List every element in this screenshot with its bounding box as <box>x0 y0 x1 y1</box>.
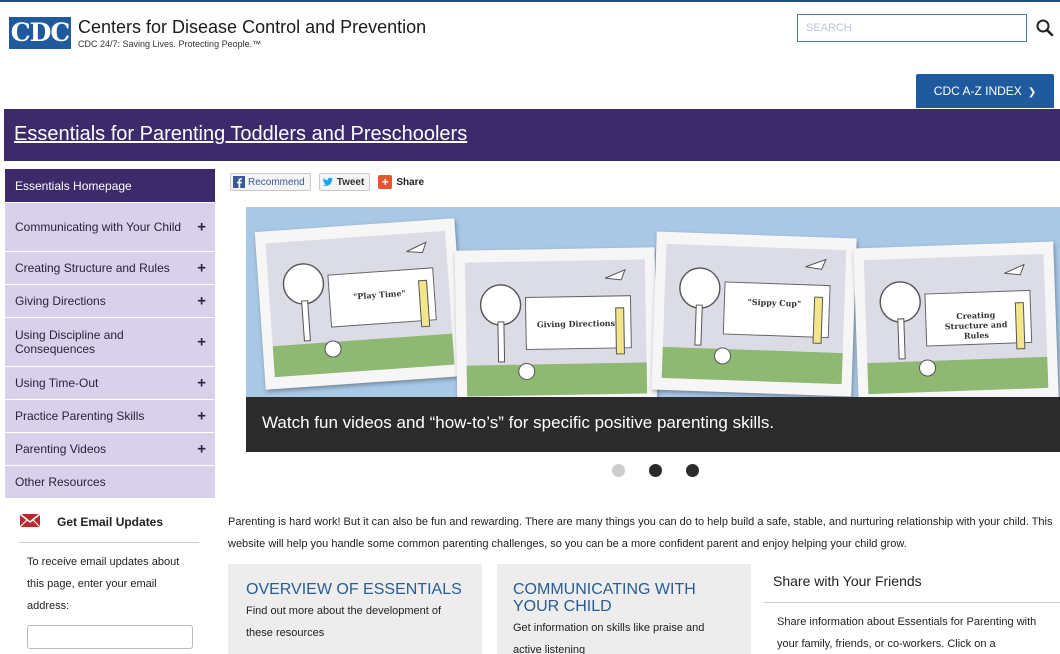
panel-title[interactable]: COMMUNICATING WITH YOUR CHILD <box>513 581 735 615</box>
search-icon <box>1036 19 1054 37</box>
sidebar-item-discipline[interactable]: Using Discipline and Consequences + <box>5 318 215 367</box>
divider <box>764 602 1060 603</box>
tweet-button[interactable]: Tweet <box>318 173 371 191</box>
share-plus-icon: + <box>378 175 393 189</box>
search-input[interactable] <box>798 15 1026 41</box>
recommend-label: Recommend <box>248 176 305 188</box>
panel-text: Find out more about the development of t… <box>246 605 442 639</box>
share-label: Share <box>396 176 425 188</box>
card-illustration <box>661 243 847 385</box>
sidebar-item-structure-rules[interactable]: Creating Structure and Rules + <box>5 252 215 285</box>
card-illustration <box>265 230 455 378</box>
sidebar-item-label: Using Discipline and Consequences <box>15 328 124 356</box>
expand-plus-icon[interactable]: + <box>197 375 206 392</box>
video-carousel[interactable]: "Play Time" Giving Directions "Sippy Cup… <box>246 207 1060 452</box>
facebook-icon <box>233 176 245 188</box>
sidebar-item-label: Essentials Homepage <box>15 178 132 193</box>
facebook-recommend-button[interactable]: Recommend <box>230 173 311 191</box>
expand-plus-icon[interactable]: + <box>197 441 206 458</box>
sidebar-item-label: Creating Structure and Rules <box>15 261 170 275</box>
email-field[interactable] <box>27 625 193 649</box>
intro-paragraph: Parenting is hard work! But it can also … <box>228 516 1053 550</box>
sidebar-item-communicating[interactable]: Communicating with Your Child + <box>5 203 215 252</box>
expand-plus-icon[interactable]: + <box>197 334 206 351</box>
expand-plus-icon[interactable]: + <box>197 293 206 310</box>
carousel-card[interactable]: Creating Structure and Rules <box>853 241 1059 407</box>
carousel-caption-text: Watch fun videos and “how-to’s” for spec… <box>262 413 775 432</box>
divider <box>19 542 199 543</box>
communicating-panel[interactable]: COMMUNICATING WITH YOUR CHILD Get inform… <box>497 564 751 654</box>
sidebar-item-label: Using Time-Out <box>15 376 99 390</box>
overview-panel[interactable]: OVERVIEW OF ESSENTIALS Find out more abo… <box>228 564 482 654</box>
page-title-bar: Essentials for Parenting Toddlers and Pr… <box>4 109 1060 161</box>
org-name[interactable]: Centers for Disease Control and Preventi… <box>78 17 426 38</box>
card-title: Creating Structure and Rules <box>944 309 1008 341</box>
chevron-down-icon: ❯ <box>1027 87 1037 98</box>
sidebar-item-other-resources[interactable]: Other Resources <box>5 466 215 499</box>
sidebar-item-label: Practice Parenting Skills <box>15 409 145 423</box>
az-index-label: CDC A-Z INDEX <box>933 84 1022 98</box>
card-title: Giving Directions <box>536 317 616 330</box>
search-field[interactable] <box>797 14 1027 42</box>
carousel-caption: Watch fun videos and “how-to’s” for spec… <box>246 397 1060 452</box>
carousel-dot[interactable] <box>686 464 699 477</box>
email-updates-description: To receive email updates about this page… <box>27 556 180 612</box>
carousel-card[interactable]: "Sippy Cup" <box>651 231 857 397</box>
sidebar-item-parenting-videos[interactable]: Parenting Videos + <box>5 433 215 466</box>
page-title[interactable]: Essentials for Parenting Toddlers and Pr… <box>14 123 467 146</box>
twitter-bird-icon <box>322 177 333 186</box>
sidebar-item-label: Communicating with Your Child <box>15 220 182 234</box>
carousel-dot[interactable] <box>612 464 625 477</box>
expand-plus-icon[interactable]: + <box>197 219 206 236</box>
social-share-bar: Recommend Tweet + Share <box>230 173 424 191</box>
sidebar-item-essentials-homepage[interactable]: Essentials Homepage <box>5 169 215 203</box>
org-tagline: CDC 24/7: Saving Lives. Protecting Peopl… <box>78 39 262 49</box>
share-panel-title: Share with Your Friends <box>773 573 922 589</box>
search-button[interactable] <box>1033 16 1057 40</box>
sidebar-item-label: Other Resources <box>15 475 106 489</box>
tweet-label: Tweet <box>336 176 365 188</box>
cdc-logo[interactable]: CDC <box>9 17 71 49</box>
share-panel-text: Share information about Essentials for P… <box>777 616 1037 650</box>
sidebar-item-practice-skills[interactable]: Practice Parenting Skills + <box>5 400 215 433</box>
az-index-button[interactable]: CDC A-Z INDEX ❯ <box>916 74 1054 108</box>
carousel-card[interactable]: "Play Time" <box>254 218 466 390</box>
carousel-dot[interactable] <box>649 464 662 477</box>
email-envelope-icon <box>19 513 41 528</box>
sidebar-item-time-out[interactable]: Using Time-Out + <box>5 367 215 400</box>
panel-title[interactable]: OVERVIEW OF ESSENTIALS <box>246 581 464 598</box>
sidebar-nav: Essentials Homepage Communicating with Y… <box>5 169 215 499</box>
carousel-card[interactable]: Giving Directions <box>454 247 658 409</box>
share-button[interactable]: + Share <box>378 175 424 189</box>
expand-plus-icon[interactable]: + <box>197 260 206 277</box>
sidebar-item-label: Giving Directions <box>15 294 106 308</box>
sidebar-item-giving-directions[interactable]: Giving Directions + <box>5 285 215 318</box>
share-with-friends-panel: Share with Your Friends Share informatio… <box>764 564 1060 654</box>
panel-text: Get information on skills like praise an… <box>513 622 705 654</box>
carousel-pagination <box>612 464 699 477</box>
sidebar-item-label: Parenting Videos <box>15 442 107 456</box>
email-updates-title: Get Email Updates <box>57 515 164 529</box>
expand-plus-icon[interactable]: + <box>197 408 206 425</box>
